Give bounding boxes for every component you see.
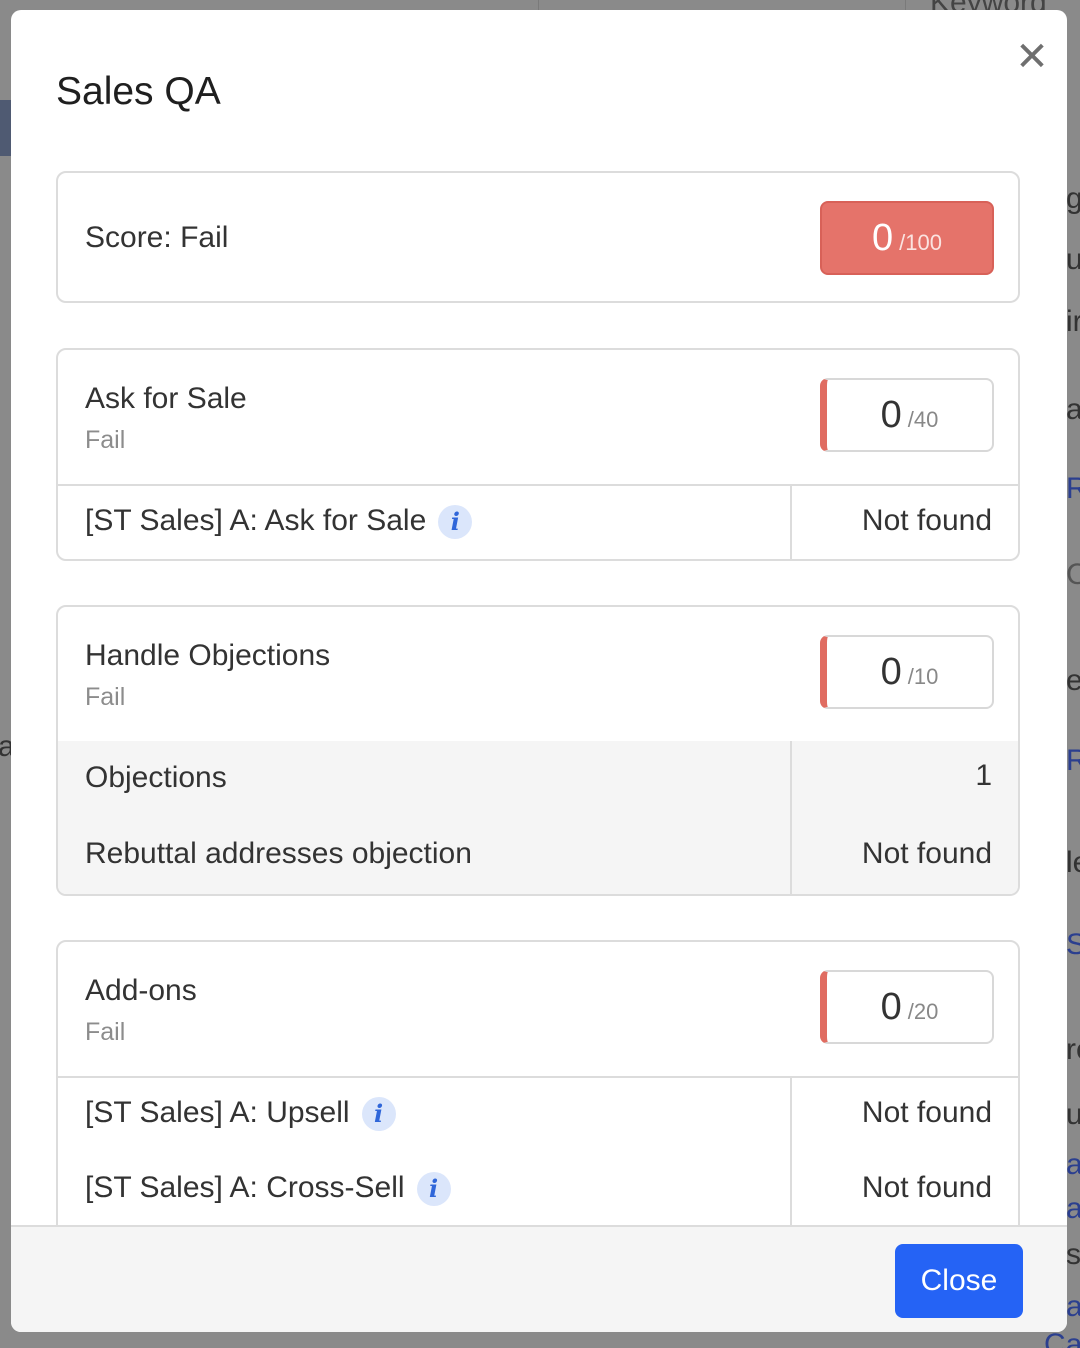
section-title: Handle Objections	[85, 639, 331, 672]
section-score-max: /10	[907, 664, 939, 689]
criteria-value: Not found	[861, 837, 992, 870]
background-text: a	[1066, 393, 1080, 426]
overall-score-card: Score: Fail 0/100	[56, 171, 1020, 303]
sales-qa-modal: Sales QA ✕ Score: Fail 0/100 Ask for Sal…	[11, 10, 1067, 1332]
section-score-value: 0	[880, 651, 902, 693]
background-text: ir	[1066, 305, 1080, 338]
criteria-row: [ST Sales] A: Ask for Sale i Not found	[58, 484, 1018, 559]
background-link: a	[1066, 1192, 1080, 1225]
overall-score-max: /100	[899, 230, 942, 255]
background-text: C	[1066, 558, 1080, 591]
criteria-value: Not found	[861, 504, 992, 537]
background-divider	[538, 0, 539, 10]
section-title: Add-ons	[85, 974, 197, 1007]
background-text: g	[1066, 182, 1080, 215]
section-score-badge: 0/20	[820, 970, 994, 1044]
section-title: Ask for Sale	[85, 382, 247, 415]
criteria-label-text: [ST Sales] A: Ask for Sale	[85, 504, 427, 537]
info-icon[interactable]: i	[361, 1097, 396, 1132]
modal-body[interactable]: Sales QA ✕ Score: Fail 0/100 Ask for Sal…	[11, 10, 1067, 1225]
section-card-ask-for-sale: Ask for Sale Fail 0/40 [ST Sales] A: Ask…	[56, 348, 1020, 561]
score-label: Score:	[85, 221, 172, 254]
background-link: R	[1066, 744, 1080, 777]
info-icon[interactable]: i	[438, 505, 473, 540]
modal-footer: Close	[11, 1225, 1067, 1332]
background-link: R	[1066, 472, 1080, 505]
background-text: re	[1066, 1033, 1080, 1066]
criteria-row: [ST Sales] A: Cross-Sell i Not found	[58, 1152, 1018, 1225]
background-text: u	[1066, 243, 1080, 276]
background-link: S	[1066, 928, 1080, 961]
criteria-value: 1	[975, 759, 992, 792]
background-link: a	[1066, 1290, 1080, 1323]
criteria-label: [ST Sales] A: Cross-Sell i	[85, 1171, 451, 1207]
background-text: e	[1066, 664, 1080, 697]
section-score-max: /20	[907, 999, 939, 1024]
section-status: Fail	[85, 683, 126, 711]
section-score-value: 0	[880, 986, 902, 1028]
score-status: Fail	[180, 221, 229, 254]
section-status: Fail	[85, 426, 126, 454]
criteria-value: Not found	[861, 1096, 992, 1129]
info-icon[interactable]: i	[416, 1172, 451, 1207]
background-text: s	[1066, 1238, 1080, 1271]
section-score-badge: 0/40	[820, 378, 994, 452]
criteria-label: Rebuttal addresses objection	[85, 837, 472, 870]
section-header: Add-ons Fail 0/20	[58, 942, 1018, 1078]
background-text: u	[1066, 1098, 1080, 1131]
section-status: Fail	[85, 1018, 126, 1046]
criteria-row: [ST Sales] A: Upsell i Not found	[58, 1076, 1018, 1152]
criteria-row: Objections 1	[58, 741, 1018, 817]
criteria-row: Rebuttal addresses objection Not found	[58, 817, 1018, 893]
section-score-value: 0	[880, 394, 902, 436]
close-button[interactable]: Close	[895, 1244, 1023, 1318]
criteria-label: [ST Sales] A: Ask for Sale i	[85, 504, 473, 540]
overall-score-badge: 0/100	[820, 201, 994, 275]
criteria-label: Objections	[85, 761, 227, 794]
overall-score-text: Score: Fail	[85, 221, 228, 255]
close-icon[interactable]: ✕	[1011, 36, 1053, 78]
modal-title: Sales QA	[56, 70, 221, 113]
background-link: a	[1066, 1148, 1080, 1181]
criteria-label-text: [ST Sales] A: Cross-Sell	[85, 1171, 405, 1204]
criteria-label-text: [ST Sales] A: Upsell	[85, 1096, 350, 1129]
background-text: le	[1066, 846, 1080, 879]
criteria-value: Not found	[861, 1171, 992, 1204]
section-score-badge: 0/10	[820, 635, 994, 709]
section-card-add-ons: Add-ons Fail 0/20 [ST Sales] A: Upsell i …	[56, 940, 1020, 1225]
background-divider	[905, 0, 906, 10]
section-score-max: /40	[907, 407, 939, 432]
section-header: Handle Objections Fail 0/10	[58, 607, 1018, 743]
criteria-label: [ST Sales] A: Upsell i	[85, 1096, 396, 1132]
section-card-handle-objections: Handle Objections Fail 0/10 Objections 1…	[56, 605, 1020, 896]
overall-score-value: 0	[872, 217, 894, 259]
section-header: Ask for Sale Fail 0/40	[58, 350, 1018, 486]
